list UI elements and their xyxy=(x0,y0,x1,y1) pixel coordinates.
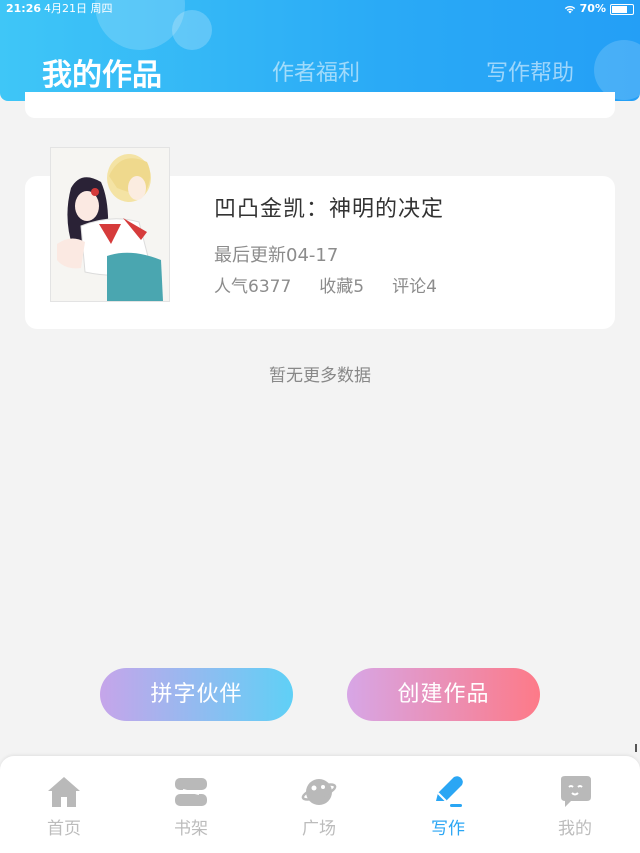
nav-item-home[interactable]: 首页 xyxy=(24,774,104,839)
work-stats: 人气6377 收藏5 评论4 xyxy=(214,272,437,297)
decor-bubble xyxy=(594,40,640,100)
scrollbar[interactable] xyxy=(635,744,637,752)
tab-writing-help[interactable]: 写作帮助 xyxy=(486,55,574,87)
favorites-count: 收藏5 xyxy=(319,277,365,297)
status-date: 4月21日 周四 xyxy=(44,2,113,15)
partner-button[interactable]: 拼字伙伴 xyxy=(100,668,293,721)
pen-icon xyxy=(436,776,463,807)
tab-author-benefits[interactable]: 作者福利 xyxy=(272,55,360,87)
chat-icon xyxy=(561,776,591,807)
status-bar: 21:26 4月21日 周四 70% xyxy=(0,0,640,18)
home-icon xyxy=(48,777,80,807)
create-work-button[interactable]: 创建作品 xyxy=(347,668,540,721)
comments-count: 评论4 xyxy=(392,277,437,297)
work-cover-image[interactable] xyxy=(50,147,170,302)
battery-icon xyxy=(610,3,634,15)
nav-label: 写作 xyxy=(431,819,465,839)
nav-label: 书架 xyxy=(174,819,208,839)
nav-item-square[interactable]: 广场 xyxy=(279,774,359,839)
nav-label: 我的 xyxy=(558,819,592,839)
planet-icon xyxy=(301,779,337,805)
popularity-count: 人气6377 xyxy=(214,277,292,297)
nav-label: 首页 xyxy=(47,819,81,839)
previous-card-edge xyxy=(25,92,615,118)
battery-percent: 70% xyxy=(579,2,606,15)
nav-item-write[interactable]: 写作 xyxy=(408,774,488,839)
nav-label: 广场 xyxy=(302,819,336,839)
work-title[interactable]: 凹凸金凯：神明的决定 xyxy=(214,191,444,223)
bookshelf-icon xyxy=(175,778,207,806)
cover-illustration xyxy=(51,148,169,301)
status-time: 21:26 xyxy=(6,2,42,15)
nav-item-mine[interactable]: 我的 xyxy=(535,774,615,839)
wifi-icon xyxy=(564,5,575,13)
tab-my-works[interactable]: 我的作品 xyxy=(42,50,162,94)
nav-item-bookshelf[interactable]: 书架 xyxy=(151,774,231,839)
work-last-updated: 最后更新04-17 xyxy=(214,245,339,266)
no-more-data-hint: 暂无更多数据 xyxy=(269,366,371,386)
header-bar: 21:26 4月21日 周四 70% 我的作品 作者福利 写作帮助 xyxy=(0,0,640,101)
